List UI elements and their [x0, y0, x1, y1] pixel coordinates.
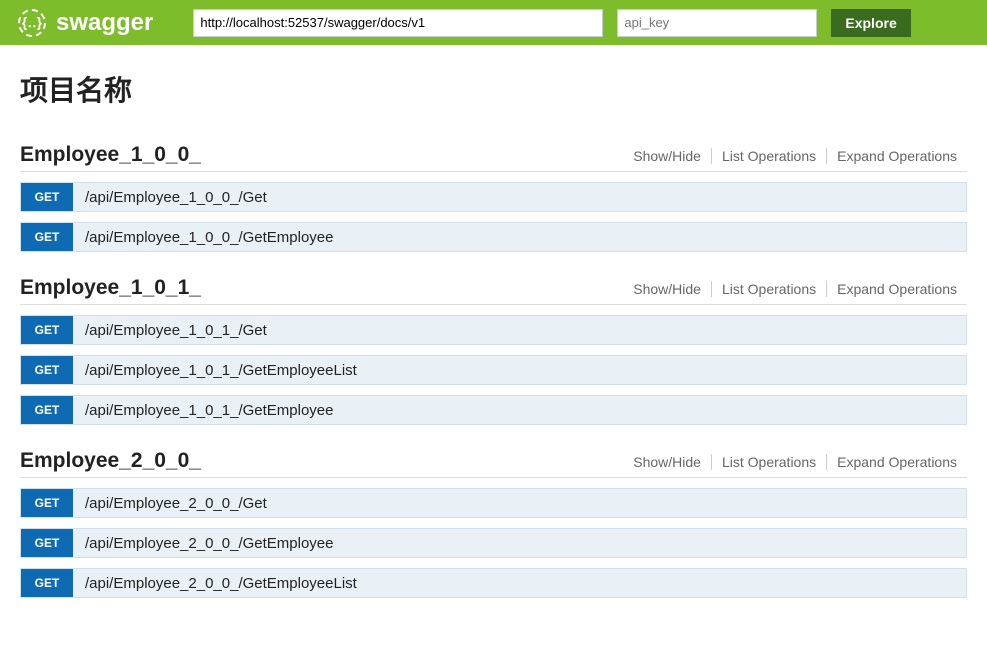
operation-row[interactable]: GET/api/Employee_2_0_0_/GetEmployeeList — [20, 568, 967, 598]
operation-row[interactable]: GET/api/Employee_1_0_0_/GetEmployee — [20, 222, 967, 252]
show-hide-link[interactable]: Show/Hide — [623, 148, 711, 164]
operation-row[interactable]: GET/api/Employee_2_0_0_/Get — [20, 488, 967, 518]
expand-operations-link[interactable]: Expand Operations — [827, 148, 967, 164]
api-key-input[interactable] — [617, 9, 817, 37]
expand-operations-link[interactable]: Expand Operations — [827, 454, 967, 470]
operation-row[interactable]: GET/api/Employee_2_0_0_/GetEmployee — [20, 528, 967, 558]
operation-row[interactable]: GET/api/Employee_1_0_1_/GetEmployeeList — [20, 355, 967, 385]
show-hide-link[interactable]: Show/Hide — [623, 281, 711, 297]
operation-path[interactable]: /api/Employee_2_0_0_/GetEmployee — [73, 529, 334, 557]
page-title: 项目名称 — [20, 69, 967, 109]
api-section: Employee_2_0_0_ Show/HideList OperationsE… — [20, 449, 967, 598]
http-method-badge[interactable]: GET — [21, 396, 73, 424]
main-content: 项目名称 Employee_1_0_0_Show/HideList Operat… — [0, 45, 987, 646]
http-method-badge[interactable]: GET — [21, 316, 73, 344]
brand-text: swagger — [56, 9, 153, 37]
section-title[interactable]: Employee_2_0_0_ — [20, 449, 201, 473]
section-header: Employee_1_0_0_ Show/HideList OperationsE… — [20, 143, 967, 172]
operation-path[interactable]: /api/Employee_1_0_0_/GetEmployee — [73, 223, 334, 251]
section-title[interactable]: Employee_1_0_0_ — [20, 143, 201, 167]
show-hide-link[interactable]: Show/Hide — [623, 454, 711, 470]
section-header: Employee_2_0_0_ Show/HideList OperationsE… — [20, 449, 967, 478]
operation-path[interactable]: /api/Employee_1_0_0_/Get — [73, 183, 267, 211]
swagger-icon: {‥} — [18, 9, 46, 37]
operation-path[interactable]: /api/Employee_2_0_0_/Get — [73, 489, 267, 517]
operation-path[interactable]: /api/Employee_1_0_1_/GetEmployeeList — [73, 356, 357, 384]
spec-url-input[interactable] — [193, 9, 603, 37]
section-title[interactable]: Employee_1_0_1_ — [20, 276, 201, 300]
api-section: Employee_1_0_1_ Show/HideList OperationsE… — [20, 276, 967, 425]
section-actions: Show/HideList OperationsExpand Operation… — [623, 454, 967, 470]
header-bar: {‥} swagger Explore — [0, 0, 987, 45]
section-actions: Show/HideList OperationsExpand Operation… — [623, 148, 967, 164]
operation-row[interactable]: GET/api/Employee_1_0_0_/Get — [20, 182, 967, 212]
http-method-badge[interactable]: GET — [21, 529, 73, 557]
http-method-badge[interactable]: GET — [21, 223, 73, 251]
list-operations-link[interactable]: List Operations — [712, 281, 826, 297]
section-actions: Show/HideList OperationsExpand Operation… — [623, 281, 967, 297]
logo[interactable]: {‥} swagger — [18, 9, 153, 37]
operation-row[interactable]: GET/api/Employee_1_0_1_/Get — [20, 315, 967, 345]
api-section: Employee_1_0_0_ Show/HideList OperationsE… — [20, 143, 967, 252]
expand-operations-link[interactable]: Expand Operations — [827, 281, 967, 297]
http-method-badge[interactable]: GET — [21, 489, 73, 517]
list-operations-link[interactable]: List Operations — [712, 148, 826, 164]
http-method-badge[interactable]: GET — [21, 183, 73, 211]
operation-path[interactable]: /api/Employee_1_0_1_/Get — [73, 316, 267, 344]
list-operations-link[interactable]: List Operations — [712, 454, 826, 470]
explore-button[interactable]: Explore — [831, 9, 910, 37]
http-method-badge[interactable]: GET — [21, 356, 73, 384]
section-header: Employee_1_0_1_ Show/HideList OperationsE… — [20, 276, 967, 305]
operation-row[interactable]: GET/api/Employee_1_0_1_/GetEmployee — [20, 395, 967, 425]
operation-path[interactable]: /api/Employee_1_0_1_/GetEmployee — [73, 396, 334, 424]
